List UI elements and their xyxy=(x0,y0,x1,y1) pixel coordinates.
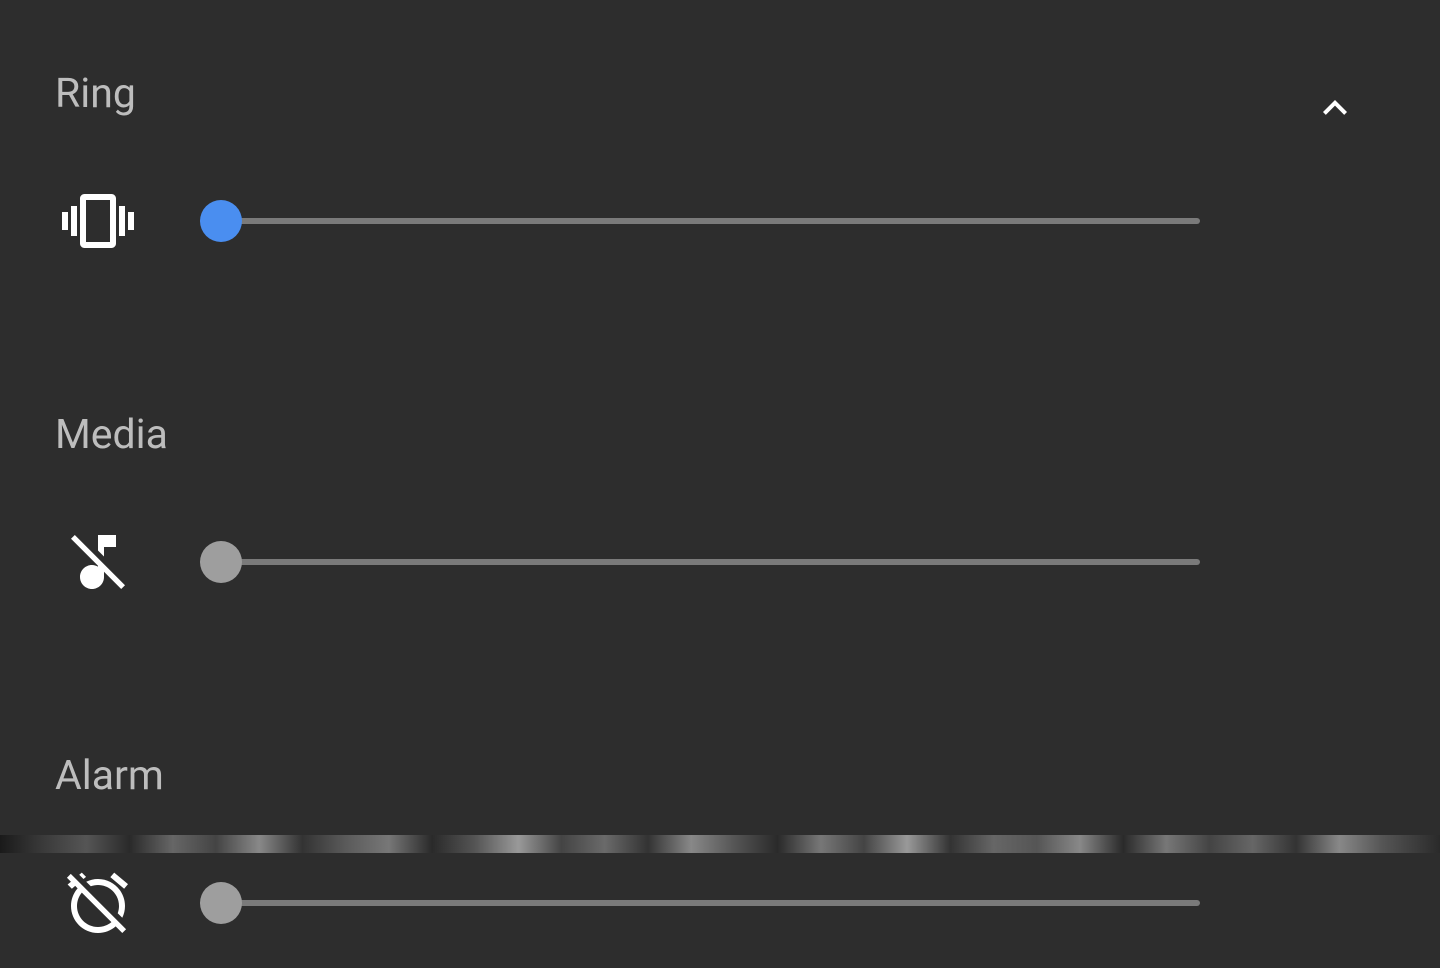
collapse-button[interactable] xyxy=(1305,80,1365,140)
ring-slider-row xyxy=(55,186,1385,256)
media-label: Media xyxy=(55,411,1385,459)
music-off-icon xyxy=(55,527,140,597)
alarm-label: Alarm xyxy=(55,752,1385,800)
ring-slider[interactable] xyxy=(200,201,1200,241)
alarm-slider-track xyxy=(200,900,1200,906)
media-slider-row xyxy=(55,527,1385,597)
ring-section: Ring xyxy=(55,70,1385,256)
alarm-slider[interactable] xyxy=(200,883,1200,923)
wallpaper-peek xyxy=(0,835,1440,853)
media-slider-thumb[interactable] xyxy=(200,541,242,583)
alarm-slider-thumb[interactable] xyxy=(200,882,242,924)
ring-label: Ring xyxy=(55,70,1385,118)
alarm-off-icon xyxy=(55,868,140,938)
ring-slider-track xyxy=(200,218,1200,224)
media-section: Media xyxy=(55,411,1385,597)
ring-slider-thumb[interactable] xyxy=(200,200,242,242)
volume-panel: Ring Media Alarm xyxy=(0,0,1440,968)
alarm-slider-row xyxy=(55,868,1385,938)
media-slider-track xyxy=(200,559,1200,565)
vibrate-icon xyxy=(55,186,140,256)
media-slider[interactable] xyxy=(200,542,1200,582)
chevron-up-icon xyxy=(1311,84,1359,136)
